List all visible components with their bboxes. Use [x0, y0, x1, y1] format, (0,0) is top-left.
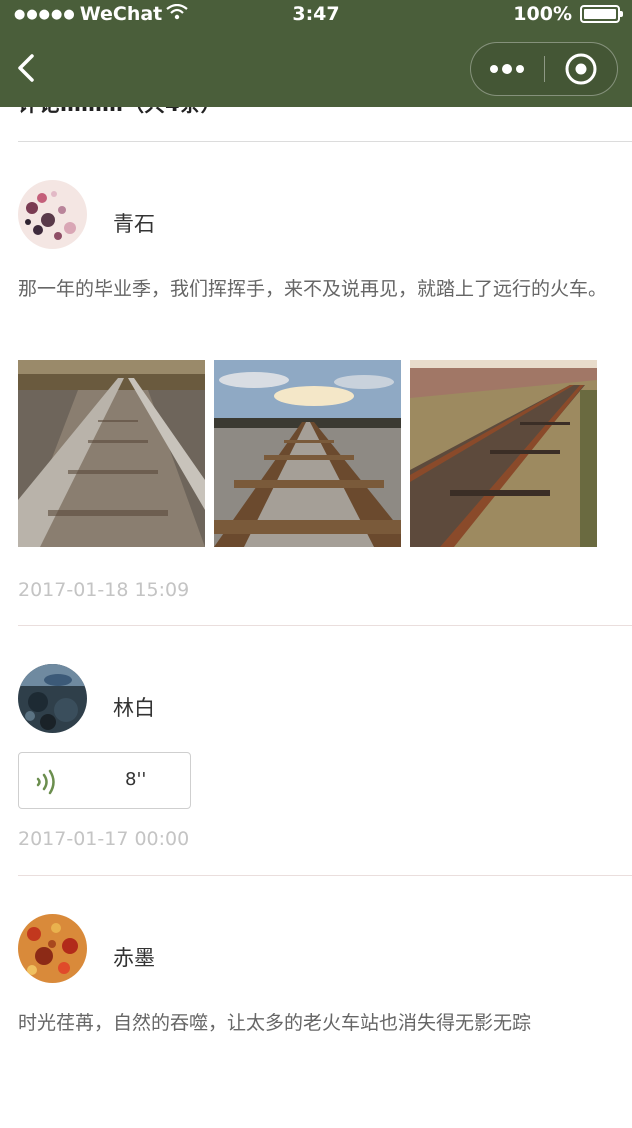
username: 青石 — [113, 212, 155, 236]
comment-divider — [18, 875, 632, 876]
status-bar: ●●●●● WeChat 3:47 100% — [0, 0, 632, 32]
comment-divider — [18, 625, 632, 626]
battery-percent: 100% — [513, 3, 572, 25]
target-circle-icon — [565, 53, 597, 85]
voice-wave-icon — [33, 766, 65, 802]
comment-timestamp: 2017-01-18 15:09 — [18, 579, 190, 601]
voice-message-button[interactable]: 8'' — [18, 752, 191, 809]
comment-item: 赤墨 时光荏苒，自然的吞噬，让太多的老火车站也消失得无影无踪 — [18, 912, 632, 1052]
username: 林白 — [113, 696, 155, 720]
more-dots-icon — [490, 64, 525, 74]
app-header: ●●●●● WeChat 3:47 100% — [0, 0, 632, 107]
comment-text: 那一年的毕业季，我们挥挥手，来不及说再见，就踏上了远行的火车。 — [18, 278, 608, 300]
username: 赤墨 — [113, 946, 155, 970]
more-button[interactable] — [471, 43, 544, 95]
railway-sunset-photo[interactable] — [214, 360, 401, 547]
avatar[interactable] — [18, 914, 87, 983]
battery-status: 100% — [513, 3, 623, 25]
voice-duration: 8'' — [125, 769, 147, 790]
nav-bar — [0, 32, 632, 107]
comment-text: 时光荏苒，自然的吞噬，让太多的老火车站也消失得无影无踪 — [18, 1012, 532, 1034]
back-button[interactable] — [10, 52, 42, 84]
chevron-left-icon — [18, 54, 34, 82]
close-button[interactable] — [545, 43, 618, 95]
comment-item: 林白 8'' 2017-01-17 00:00 — [18, 662, 632, 876]
railway-autumn-photo[interactable] — [410, 360, 597, 547]
comment-timestamp: 2017-01-17 00:00 — [18, 828, 190, 850]
railway-track-photo[interactable] — [18, 360, 205, 547]
heading-divider — [18, 141, 632, 142]
photo-grid — [18, 360, 597, 547]
comment-item: 青石 那一年的毕业季，我们挥挥手，来不及说再见，就踏上了远行的火车。 2017-… — [18, 178, 632, 626]
battery-icon — [580, 5, 623, 23]
avatar[interactable] — [18, 664, 87, 733]
mini-program-capsule — [470, 42, 618, 96]
avatar[interactable] — [18, 180, 87, 249]
